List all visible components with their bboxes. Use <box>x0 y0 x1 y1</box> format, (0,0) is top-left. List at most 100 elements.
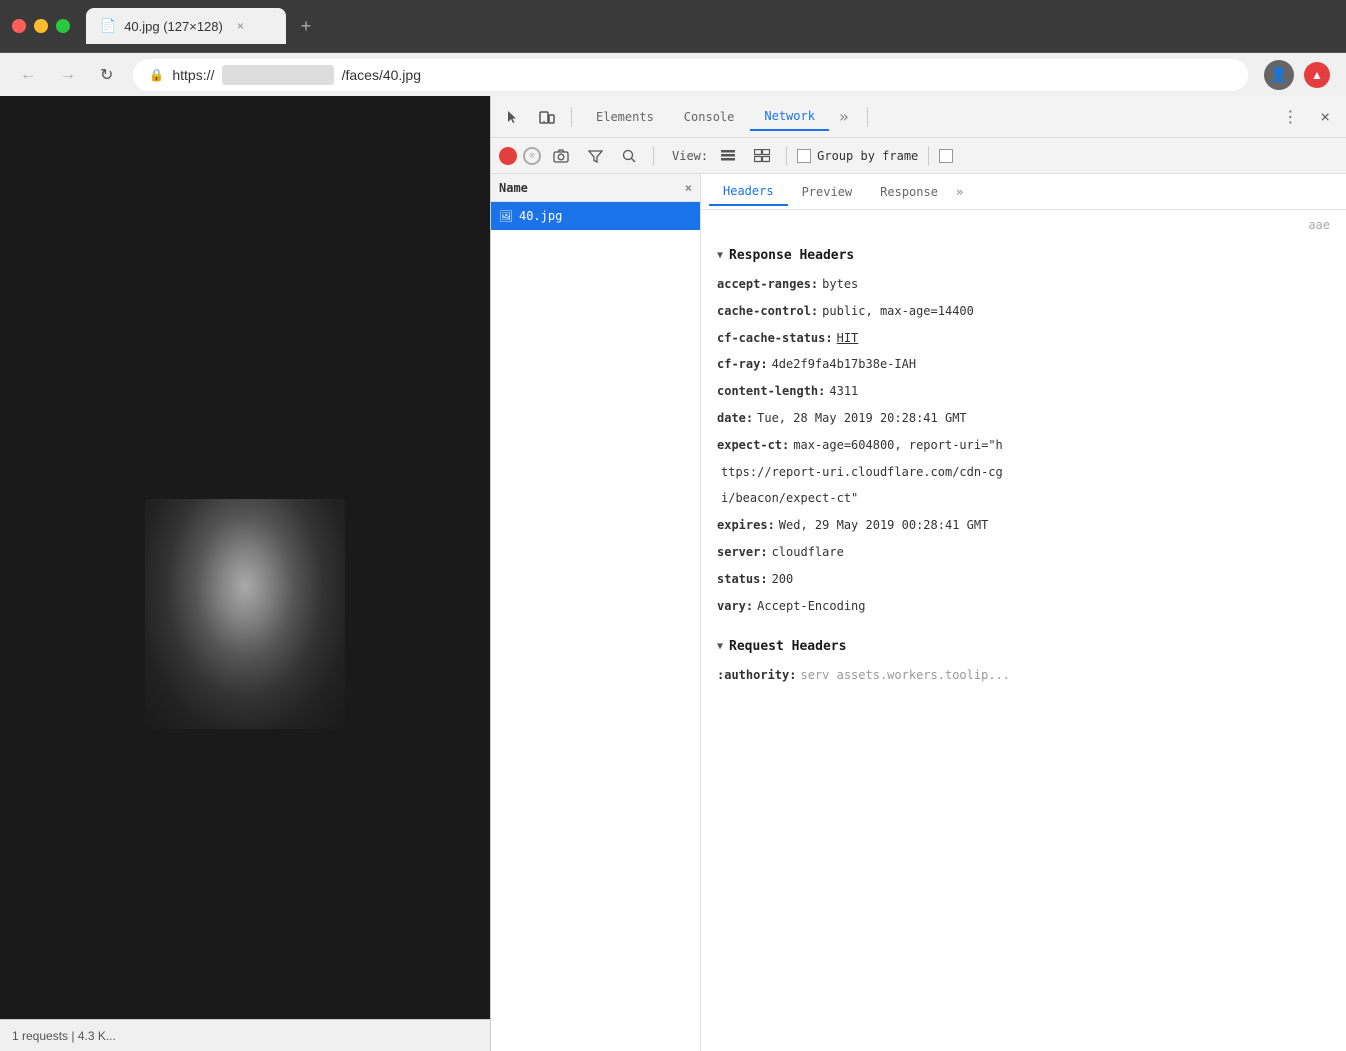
browser-tab[interactable]: 📄 40.jpg (127×128) × <box>86 8 286 44</box>
tab-favicon: 📄 <box>100 18 116 34</box>
forward-button[interactable]: → <box>56 62 80 88</box>
screenshot-button[interactable] <box>547 142 575 170</box>
header-row: cf-ray: 4de2f9fa4b17b38e-IAH <box>717 351 1330 378</box>
group-by-frame-checkbox[interactable] <box>797 149 811 163</box>
header-value-continued: ttps://report-uri.cloudflare.com/cdn-cg <box>721 464 1003 481</box>
scrolled-indicator: aae <box>717 210 1330 236</box>
clear-button[interactable]: ⊘ <box>523 147 541 165</box>
person-silhouette <box>145 499 345 729</box>
headers-tab-more[interactable]: » <box>956 185 963 199</box>
header-value: Accept-Encoding <box>757 598 865 615</box>
title-bar: 📄 40.jpg (127×128) × + <box>0 0 1346 52</box>
page-area: 1 requests | 4.3 K... <box>0 96 490 1051</box>
select-element-button[interactable] <box>499 103 527 131</box>
devtools-tabs: Elements Console Network » <box>582 103 857 131</box>
headers-tabs: Headers Preview Response » <box>701 174 1346 210</box>
back-button[interactable]: ← <box>16 62 40 88</box>
response-headers-title[interactable]: ▼ Response Headers <box>717 236 1330 271</box>
group-by-frame-option[interactable]: Group by frame <box>797 149 918 163</box>
header-value-continued2: i/beacon/expect-ct" <box>721 490 858 507</box>
header-row: cache-control: public, max-age=14400 <box>717 298 1330 325</box>
header-key: accept-ranges: <box>717 276 818 293</box>
header-value: max-age=604800, report-uri="h <box>793 437 1003 454</box>
fullscreen-window-button[interactable] <box>56 19 70 33</box>
close-window-button[interactable] <box>12 19 26 33</box>
tab-elements[interactable]: Elements <box>582 104 668 130</box>
address-field[interactable]: 🔒 https:// ██████████ /faces/40.jpg <box>133 59 1248 91</box>
header-value: 4311 <box>829 383 858 400</box>
name-column-header: Name <box>499 181 528 195</box>
devtools-panel: Elements Console Network » ⋮ × ⊘ <box>490 96 1346 1051</box>
filter-button[interactable] <box>581 142 609 170</box>
tab-title: 40.jpg (127×128) <box>124 19 223 34</box>
address-prefix: https:// <box>172 67 214 83</box>
address-bar: ← → ↻ 🔒 https:// ██████████ /faces/40.jp… <box>0 52 1346 96</box>
tree-view-button[interactable] <box>748 142 776 170</box>
status-bar: 1 requests | 4.3 K... <box>0 1019 490 1051</box>
face-image <box>145 499 345 729</box>
header-value: HIT <box>837 330 859 347</box>
network-list: Name × 🖼 40.jpg <box>491 174 701 1051</box>
toolbar-separator <box>571 107 572 127</box>
devtools-close-button[interactable]: × <box>1312 103 1338 130</box>
header-key: status: <box>717 571 768 588</box>
record-button[interactable] <box>499 147 517 165</box>
group-by-frame-label: Group by frame <box>817 149 918 163</box>
tab-bar: 📄 40.jpg (127×128) × + <box>86 8 1334 44</box>
header-value: 4de2f9fa4b17b38e-IAH <box>772 356 917 373</box>
network-separator-3 <box>928 146 929 166</box>
header-row: accept-ranges: bytes <box>717 271 1330 298</box>
network-toolbar: ⊘ Vi <box>491 138 1346 174</box>
list-view-button[interactable] <box>714 142 742 170</box>
header-key: cf-cache-status: <box>717 330 833 347</box>
reload-button[interactable]: ↻ <box>96 61 117 89</box>
header-row: vary: Accept-Encoding <box>717 593 1330 620</box>
network-list-header: Name × <box>491 174 700 202</box>
request-headers-title[interactable]: ▼ Request Headers <box>717 627 1330 662</box>
header-key: :authority: <box>717 667 796 684</box>
headers-content: aae ▼ Response Headers accept-ranges: by… <box>701 210 1346 689</box>
header-row-authority: :authority: serv assets.workers.toolip..… <box>717 662 1330 689</box>
profile-button[interactable]: 👤 <box>1264 60 1294 90</box>
response-headers-label: Response Headers <box>729 248 854 263</box>
device-toggle-button[interactable] <box>533 103 561 131</box>
header-row: expires: Wed, 29 May 2019 00:28:41 GMT <box>717 512 1330 539</box>
header-value: public, max-age=14400 <box>822 303 974 320</box>
header-value: 200 <box>772 571 794 588</box>
tab-close-button[interactable]: × <box>237 19 244 33</box>
tab-console[interactable]: Console <box>670 104 749 130</box>
devtools-more-button[interactable]: ⋮ <box>1274 103 1306 130</box>
notification-button[interactable]: ▲ <box>1304 62 1330 88</box>
header-value: Tue, 28 May 2019 20:28:41 GMT <box>757 410 967 427</box>
collapse-triangle-icon-2: ▼ <box>717 641 723 652</box>
view-label: View: <box>672 149 708 163</box>
file-icon: 🖼 <box>499 210 513 223</box>
header-key: date: <box>717 410 753 427</box>
minimize-window-button[interactable] <box>34 19 48 33</box>
header-key: server: <box>717 544 768 561</box>
tab-more[interactable]: » <box>831 103 857 130</box>
header-value: Wed, 29 May 2019 00:28:41 GMT <box>779 517 989 534</box>
network-separator-1 <box>653 146 654 166</box>
address-blurred: ██████████ <box>222 65 333 85</box>
new-tab-button[interactable]: + <box>290 10 322 42</box>
headers-panel: Headers Preview Response » aae ▼ Respons… <box>701 174 1346 1051</box>
tab-headers[interactable]: Headers <box>709 178 788 206</box>
traffic-lights <box>12 19 70 33</box>
file-name: 40.jpg <box>519 209 562 223</box>
tab-response[interactable]: Response <box>866 179 952 205</box>
header-value: bytes <box>822 276 858 293</box>
tab-preview[interactable]: Preview <box>788 179 867 205</box>
header-row: cf-cache-status: HIT <box>717 325 1330 352</box>
header-value: serv assets.workers.toolip... <box>800 667 1010 684</box>
header-row: server: cloudflare <box>717 539 1330 566</box>
close-pane-button[interactable]: × <box>685 181 692 195</box>
header-key: cache-control: <box>717 303 818 320</box>
tab-network[interactable]: Network <box>750 103 829 131</box>
search-button[interactable] <box>615 142 643 170</box>
status-text: 1 requests | 4.3 K... <box>12 1029 116 1043</box>
browser-actions: 👤 ▲ <box>1264 60 1330 90</box>
collapse-triangle-icon: ▼ <box>717 250 723 261</box>
network-item[interactable]: 🖼 40.jpg <box>491 202 700 230</box>
preserve-log-checkbox[interactable] <box>939 149 953 163</box>
